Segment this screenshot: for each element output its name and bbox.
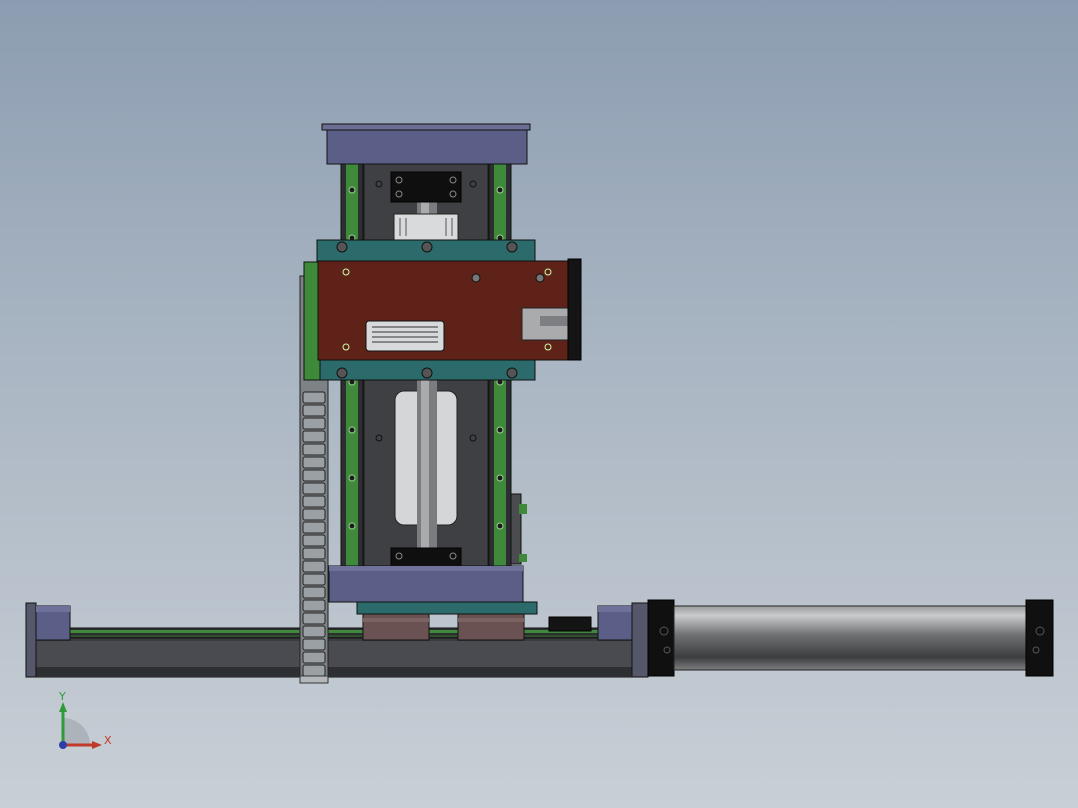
- chain-link: [302, 482, 326, 495]
- rail-bolt: [496, 426, 504, 434]
- chain-link: [302, 417, 326, 430]
- cad-graphics-viewport[interactable]: Y X: [0, 0, 1078, 808]
- chain-link: [302, 573, 326, 586]
- triad-y-label: Y: [58, 690, 66, 703]
- chain-link: [302, 534, 326, 547]
- chain-link: [302, 560, 326, 573]
- chain-link: [302, 495, 326, 508]
- chain-link: [302, 508, 326, 521]
- chain-link: [302, 469, 326, 482]
- coordinate-triad: Y X: [58, 690, 112, 749]
- rail-bolt: [496, 474, 504, 482]
- horizontal-base-rail[interactable]: [25, 602, 649, 678]
- rail-bolt: [348, 186, 356, 194]
- chain-link: [302, 456, 326, 469]
- rail-bolt: [348, 474, 356, 482]
- chain-link: [302, 547, 326, 560]
- chain-link: [302, 443, 326, 456]
- pneumatic-cylinder[interactable]: [647, 599, 1054, 677]
- vertical-carriage-assembly[interactable]: [303, 239, 582, 381]
- chain-link: [302, 625, 326, 638]
- rail-bolt: [496, 186, 504, 194]
- triad-x-label: X: [104, 734, 112, 747]
- chain-link: [302, 404, 326, 417]
- chain-link: [302, 612, 326, 625]
- rail-bolt: [348, 426, 356, 434]
- chain-link: [302, 651, 326, 664]
- chain-link: [302, 430, 326, 443]
- rail-bolt: [348, 522, 356, 530]
- chain-link: [302, 664, 326, 677]
- chain-link: [302, 638, 326, 651]
- chain-link: [302, 599, 326, 612]
- rail-bolt: [496, 522, 504, 530]
- chain-link: [302, 521, 326, 534]
- chain-link: [302, 391, 326, 404]
- chain-link: [302, 586, 326, 599]
